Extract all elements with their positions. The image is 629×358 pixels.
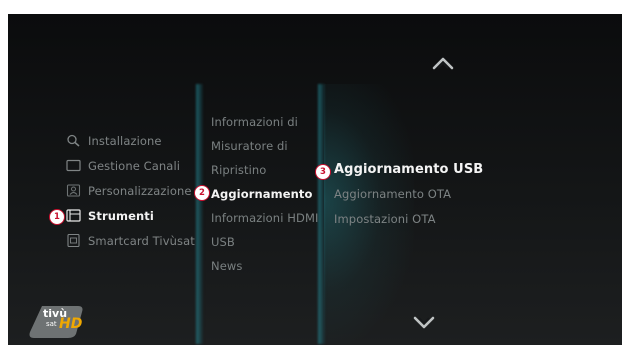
callout-badge-1: 1 [49, 209, 65, 225]
menu2-item-informazioni-hdmi[interactable]: Informazioni HDMI [211, 211, 318, 225]
menu2-item-informazioni[interactable]: Informazioni di [211, 115, 298, 129]
smartcard-icon [67, 234, 80, 247]
search-icon [67, 134, 80, 147]
callout-badge-3: 3 [315, 164, 331, 180]
column-divider-1 [196, 84, 203, 344]
chevron-down-icon[interactable] [413, 316, 435, 330]
tools-icon [66, 209, 81, 222]
menu2-item-usb[interactable]: USB [211, 235, 235, 249]
logo-hd: HD [59, 316, 83, 332]
callout-badge-2: 2 [194, 185, 210, 201]
menu2-item-aggiornamento[interactable]: Aggiornamento [211, 187, 313, 201]
menu1-label: Installazione [88, 134, 162, 148]
menu1-item-installazione[interactable]: Installazione [67, 134, 162, 148]
menu2-item-ripristino[interactable]: Ripristino [211, 163, 266, 177]
logo-sub: sat [46, 320, 57, 328]
menu1-item-gestione-canali[interactable]: Gestione Canali [66, 159, 181, 173]
menu2-item-news[interactable]: News [211, 259, 242, 273]
menu3-item-impostazioni-ota[interactable]: Impostazioni OTA [334, 212, 436, 226]
menu1-item-personalizzazione[interactable]: Personalizzazione [66, 184, 192, 198]
menu3-item-aggiornamento-ota[interactable]: Aggiornamento OTA [334, 187, 451, 201]
user-icon [66, 184, 81, 197]
menu1-item-strumenti[interactable]: Strumenti [66, 209, 154, 223]
menu3-item-aggiornamento-usb[interactable]: Aggiornamento USB [334, 162, 483, 177]
menu1-label: Strumenti [88, 209, 154, 223]
menu2-item-misuratore[interactable]: Misuratore di [211, 139, 288, 153]
menu1-label: Smartcard Tivùsat [88, 234, 195, 248]
tv-icon [66, 159, 81, 172]
chevron-up-icon[interactable] [432, 56, 454, 70]
menu1-label: Personalizzazione [88, 184, 192, 198]
tv-menu-screen: Installazione Gestione Canali Personaliz… [8, 14, 622, 345]
menu1-item-smartcard[interactable]: Smartcard Tivùsat [67, 234, 195, 248]
menu1-label: Gestione Canali [88, 159, 181, 173]
